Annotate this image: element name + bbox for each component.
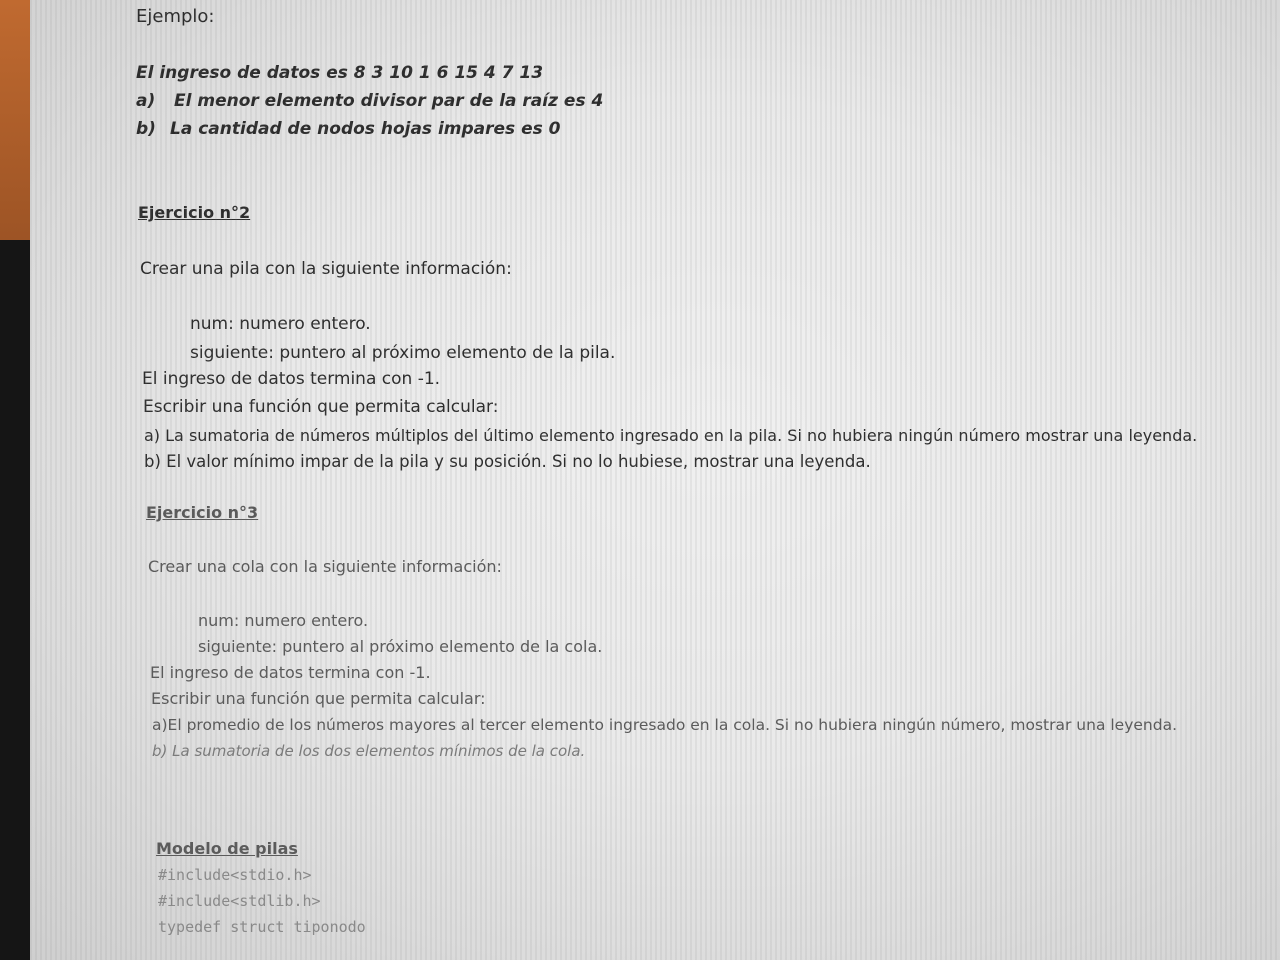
ejercicio2-field-siguiente: siguiente: puntero al próximo elemento d… [190, 343, 616, 363]
answer-label: b) [136, 119, 156, 139]
code-line: #include<stdlib.h> [158, 892, 321, 910]
ejercicio3-field-siguiente: siguiente: puntero al próximo elemento d… [198, 637, 603, 656]
ejercicio3-task-b: b) La sumatoria de los dos elementos mín… [152, 742, 586, 760]
ejemplo-label: Ejemplo: [136, 6, 215, 27]
ejercicio2-field-num: num: numero entero. [190, 314, 371, 334]
ejercicio2-heading: Ejercicio n°2 [138, 203, 251, 222]
ejercicio3-intro: Crear una cola con la siguiente informac… [148, 557, 502, 576]
monitor-screen: Ejemplo: El ingreso de datos es 8 3 10 1… [30, 0, 1280, 960]
ejercicio3-heading: Ejercicio n°3 [146, 503, 259, 522]
ejercicio2-task-intro: Escribir una función que permita calcula… [143, 397, 499, 417]
ejemplo-answer-b: b) La cantidad de nodos hojas impares es … [136, 118, 561, 140]
ejercicio2-intro: Crear una pila con la siguiente informac… [140, 259, 512, 279]
document-page: Ejemplo: El ingreso de datos es 8 3 10 1… [30, 0, 1280, 960]
ejercicio3-task-a: a)El promedio de los números mayores al … [152, 716, 1178, 734]
ejercicio3-field-num: num: numero entero. [198, 611, 369, 630]
ejemplo-input: El ingreso de datos es 8 3 10 1 6 15 4 7… [136, 63, 544, 83]
ejercicio3-task-intro: Escribir una función que permita calcula… [151, 689, 486, 708]
photo-stage: Ejemplo: El ingreso de datos es 8 3 10 1… [0, 0, 1280, 960]
code-line: #include<stdio.h> [158, 866, 312, 884]
answer-text: La cantidad de nodos hojas impares es 0 [170, 119, 561, 139]
ejemplo-answer-a: a) El menor elemento divisor par de la ra… [136, 90, 603, 112]
ejercicio2-task-a: a) La sumatoria de números múltiplos del… [144, 426, 1198, 445]
ejercicio2-task-b: b) El valor mínimo impar de la pila y su… [144, 452, 871, 471]
ejercicio3-end-condition: El ingreso de datos termina con -1. [150, 663, 431, 682]
code-line: typedef struct tiponodo [158, 918, 366, 936]
modelo-heading: Modelo de pilas [156, 839, 298, 858]
answer-label: a) [136, 91, 156, 111]
ejercicio2-end-condition: El ingreso de datos termina con -1. [142, 369, 441, 389]
answer-text: El menor elemento divisor par de la raíz… [174, 91, 604, 111]
